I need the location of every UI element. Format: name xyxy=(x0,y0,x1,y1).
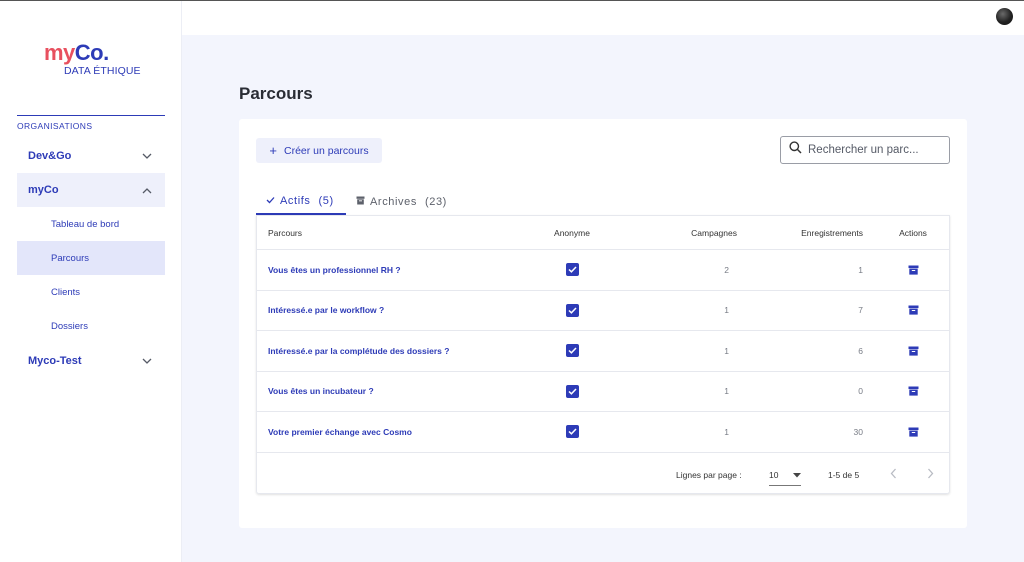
enregistrements-value: 1 xyxy=(737,249,883,291)
tab-actifs[interactable]: Actifs (5) xyxy=(256,189,346,215)
rows-per-page-label: Lignes par page : xyxy=(676,470,742,480)
campagnes-value: 1 xyxy=(645,330,737,372)
search-icon xyxy=(789,141,802,159)
anonyme-checkbox[interactable] xyxy=(565,425,579,439)
sidebar-org-label: myCo xyxy=(28,184,59,196)
column-header-parcours[interactable]: Parcours xyxy=(257,215,499,250)
campagnes-value: 1 xyxy=(645,371,737,412)
parcours-table: Parcours Anonyme Campagnes Enregistremen… xyxy=(257,215,949,453)
check-icon xyxy=(266,195,275,207)
archive-icon xyxy=(908,427,918,437)
pagination-range: 1-5 de 5 xyxy=(828,470,860,480)
anonyme-checkbox[interactable] xyxy=(565,384,579,398)
campagnes-value: 1 xyxy=(645,411,737,453)
user-avatar-icon[interactable] xyxy=(996,8,1013,25)
anonyme-checkbox[interactable] xyxy=(565,263,579,277)
table-row: Intéressé.e par la complétude des dossie… xyxy=(257,330,949,372)
table-row: Votre premier échange avec Cosmo 1 30 xyxy=(257,411,949,453)
table-row: Vous êtes un incubateur ? 1 0 xyxy=(257,371,949,412)
sidebar-divider xyxy=(17,115,165,116)
sidebar-org-myco-test[interactable]: Myco-Test xyxy=(17,344,165,378)
tab-archives[interactable]: Archives (23) xyxy=(346,189,457,215)
archive-button[interactable] xyxy=(906,425,920,439)
tabs: Actifs (5) Archives (23) xyxy=(256,189,457,215)
table-row: Vous êtes un professionnel RH ? 2 1 xyxy=(257,249,949,291)
caret-down-icon xyxy=(793,470,801,480)
parcours-name-link[interactable]: Vous êtes un professionnel RH ? xyxy=(257,249,499,291)
enregistrements-value: 30 xyxy=(737,411,883,453)
check-icon xyxy=(567,266,577,274)
tab-label: Archives xyxy=(370,196,417,208)
parcours-name-link[interactable]: Votre premier échange avec Cosmo xyxy=(257,411,499,453)
enregistrements-value: 7 xyxy=(737,290,883,331)
tab-label: Actifs xyxy=(280,195,311,207)
table-header-row: Parcours Anonyme Campagnes Enregistremen… xyxy=(257,215,949,250)
archive-button[interactable] xyxy=(906,263,920,277)
parcours-name-link[interactable]: Intéressé.e par le workflow ? xyxy=(257,290,499,331)
column-header-enregistrements[interactable]: Enregistrements xyxy=(737,215,883,250)
sidebar-item-clients[interactable]: Clients xyxy=(17,275,165,309)
rows-per-page-select[interactable]: 10 xyxy=(769,465,801,486)
tab-count: (23) xyxy=(424,196,447,208)
archive-icon xyxy=(356,196,365,208)
sidebar-section-label: ORGANISATIONS xyxy=(17,121,93,131)
logo-name-part2: Co. xyxy=(74,40,109,65)
chevron-right-icon[interactable] xyxy=(927,468,934,481)
archive-button[interactable] xyxy=(906,384,920,398)
sidebar-org-myco[interactable]: myCo xyxy=(17,173,165,207)
chevron-down-icon xyxy=(142,151,152,161)
sidebar-org-devgo[interactable]: Dev&Go xyxy=(17,139,165,173)
logo[interactable]: myCo. DATA ÉTHIQUE xyxy=(44,41,154,81)
top-bar xyxy=(182,1,1024,35)
search-box[interactable] xyxy=(780,136,950,164)
archive-icon xyxy=(908,386,918,396)
sidebar-item-parcours[interactable]: Parcours xyxy=(17,241,165,275)
sidebar-item-dossiers[interactable]: Dossiers xyxy=(17,309,165,343)
column-header-actions: Actions xyxy=(883,215,949,250)
plus-icon: + xyxy=(269,142,277,158)
check-icon xyxy=(567,307,577,314)
chevron-up-icon xyxy=(142,185,152,195)
sidebar-org-label: Dev&Go xyxy=(28,150,72,162)
sidebar-item-tableau-de-bord[interactable]: Tableau de bord xyxy=(17,207,165,241)
create-parcours-label: Créer un parcours xyxy=(283,144,369,157)
chevron-left-icon[interactable] xyxy=(890,468,897,481)
archive-icon xyxy=(908,346,918,356)
check-icon xyxy=(567,428,577,436)
logo-subtitle: DATA ÉTHIQUE xyxy=(64,65,141,77)
sidebar-org-label: Myco-Test xyxy=(28,355,82,367)
sidebar: myCo. DATA ÉTHIQUE ORGANISATIONS Dev&Go … xyxy=(0,1,182,562)
logo-name-part1: my xyxy=(44,40,75,65)
chevron-down-icon xyxy=(142,356,152,366)
pagination: Lignes par page : 10 1-5 de 5 xyxy=(257,457,951,493)
rows-per-page-value: 10 xyxy=(769,470,779,480)
parcours-name-link[interactable]: Intéressé.e par la complétude des dossie… xyxy=(257,330,499,372)
archive-button[interactable] xyxy=(906,303,920,317)
parcours-card: + Créer un parcours Actifs (5) Archives … xyxy=(239,119,967,528)
check-icon xyxy=(567,347,577,355)
enregistrements-value: 6 xyxy=(737,330,883,372)
anonyme-checkbox[interactable] xyxy=(565,344,579,358)
archive-button[interactable] xyxy=(906,344,920,358)
column-header-anonyme[interactable]: Anonyme xyxy=(499,215,645,250)
archive-icon xyxy=(908,305,918,315)
archive-icon xyxy=(908,265,918,275)
campagnes-value: 1 xyxy=(645,290,737,331)
tab-count: (5) xyxy=(318,195,334,207)
campagnes-value: 2 xyxy=(645,249,737,291)
parcours-table-container: Parcours Anonyme Campagnes Enregistremen… xyxy=(256,215,950,494)
column-header-campagnes[interactable]: Campagnes xyxy=(645,215,737,250)
parcours-name-link[interactable]: Vous êtes un incubateur ? xyxy=(257,371,499,412)
table-row: Intéressé.e par le workflow ? 1 7 xyxy=(257,290,949,331)
search-input[interactable] xyxy=(808,144,936,156)
check-icon xyxy=(567,388,577,395)
create-parcours-button[interactable]: + Créer un parcours xyxy=(256,138,382,163)
anonyme-checkbox[interactable] xyxy=(565,303,579,317)
enregistrements-value: 0 xyxy=(737,371,883,412)
page-title: Parcours xyxy=(239,84,313,103)
